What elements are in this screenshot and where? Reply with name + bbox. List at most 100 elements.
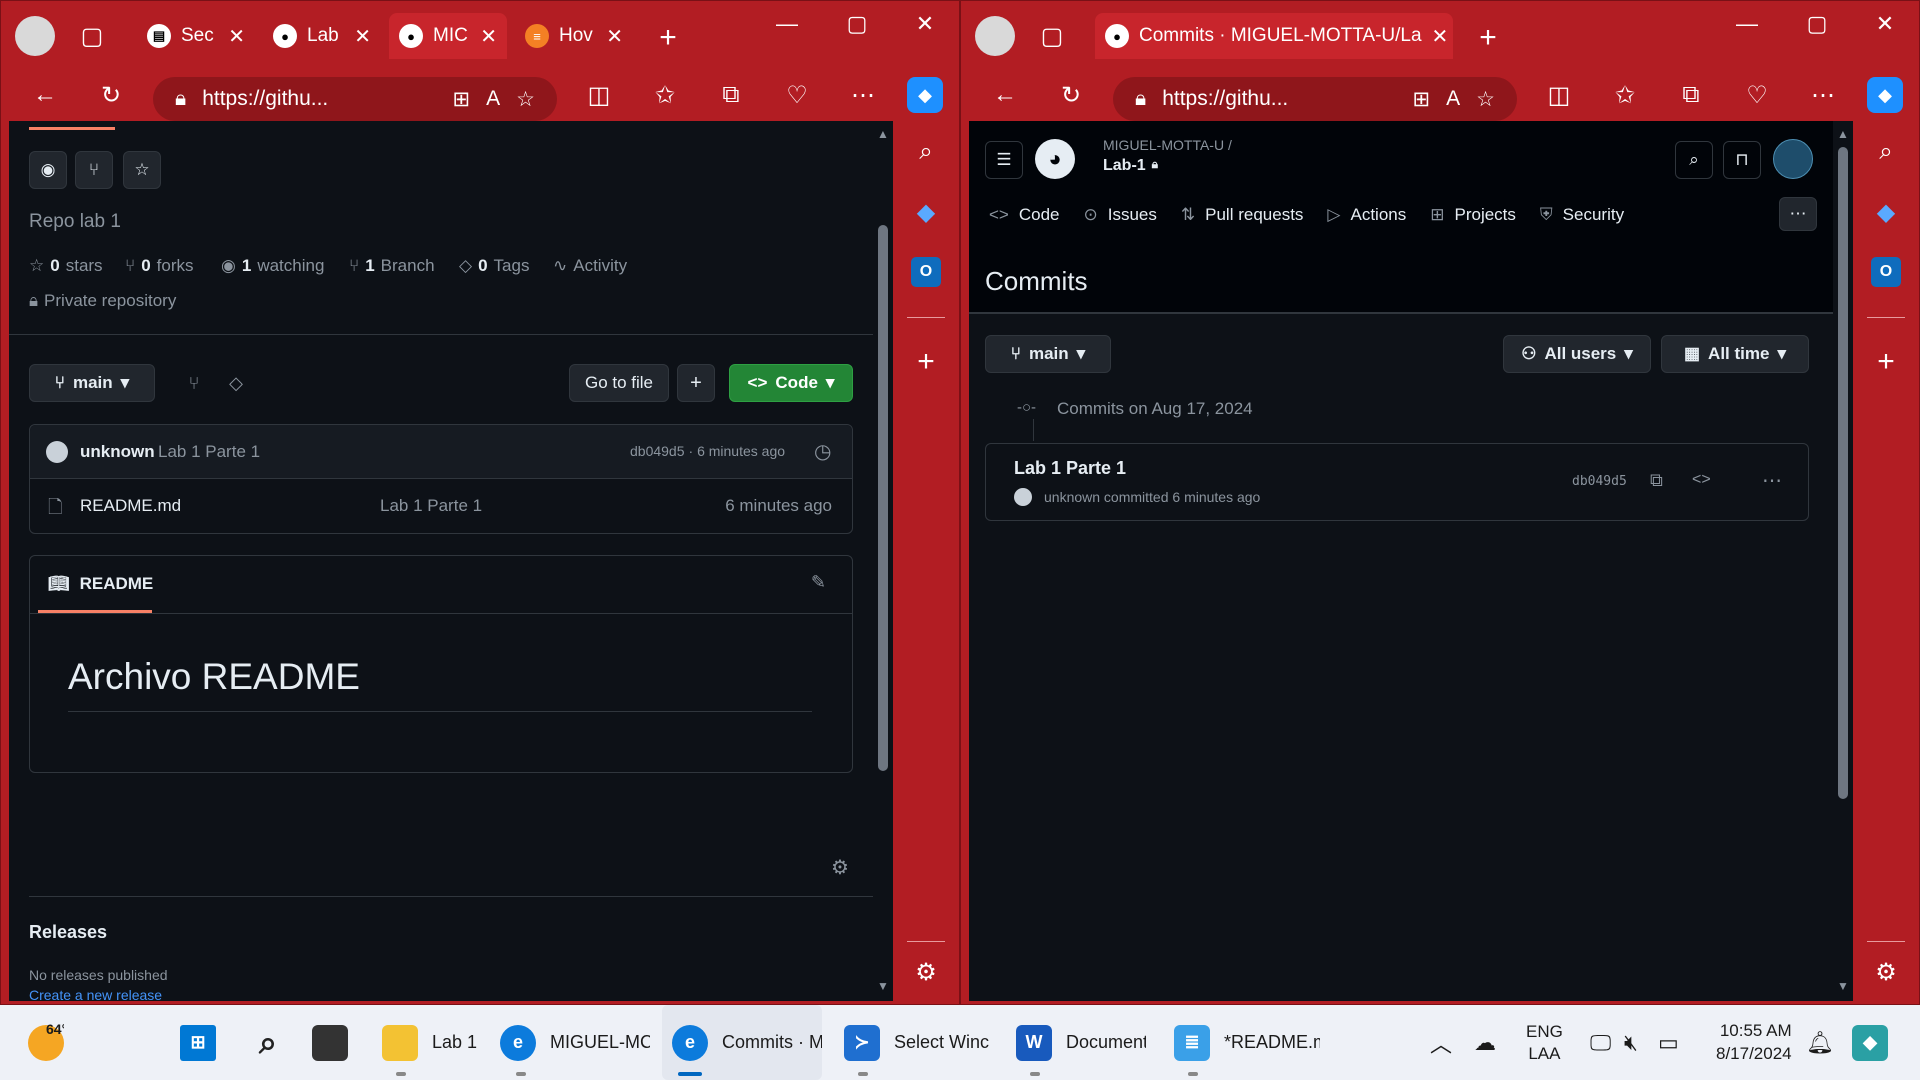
collections-icon[interactable]: ⧉ <box>713 77 749 113</box>
minimize-icon[interactable]: — <box>767 11 807 37</box>
branch-selector[interactable]: ⑂ main ▾ <box>29 364 155 402</box>
copy-icon[interactable]: ⧉ <box>1650 470 1663 491</box>
tab-actions-icon[interactable]: ▢ <box>77 21 107 51</box>
branch-selector[interactable]: ⑂ main ▾ <box>985 335 1111 373</box>
copilot-taskbar-button[interactable]: ◆ <box>1852 1005 1888 1080</box>
search-button[interactable]: ⌕ <box>1675 141 1713 179</box>
star-button[interactable]: ☆ <box>123 151 161 189</box>
refresh-icon[interactable]: ↻ <box>93 77 129 113</box>
settings-gear-icon[interactable]: ⚙ <box>831 855 849 880</box>
nav-actions[interactable]: ▷ Actions <box>1315 205 1418 225</box>
repo-name-link[interactable]: Lab-1 🔒︎ <box>1103 157 1158 175</box>
add-sidebar-app-icon[interactable]: + <box>1871 345 1901 378</box>
create-release-link[interactable]: Create a new release <box>29 987 162 1001</box>
watch-button[interactable]: ◉ <box>29 151 67 189</box>
copilot-icon[interactable]: ◆ <box>907 77 943 113</box>
commit-sha[interactable]: db049d5 <box>630 443 685 459</box>
weather-widget[interactable]: 64° <box>28 1005 64 1080</box>
more-menu-icon[interactable]: ⋯ <box>1805 77 1841 113</box>
refresh-icon[interactable]: ↻ <box>1053 77 1089 113</box>
stars-link[interactable]: ☆ 0 stars <box>29 256 103 276</box>
repo-owner-link[interactable]: MIGUEL-MOTTA-U / <box>1103 137 1232 153</box>
scrollbar-thumb[interactable] <box>878 225 888 771</box>
scroll-up-icon[interactable]: ▲ <box>877 127 889 141</box>
maximize-icon[interactable]: ▢ <box>1797 11 1837 37</box>
nav-issues[interactable]: ⊙ Issues <box>1072 205 1169 225</box>
split-screen-icon[interactable]: ◫ <box>581 77 617 113</box>
back-icon[interactable]: ← <box>27 77 63 113</box>
code-button[interactable]: <> Code ▾ <box>729 364 853 402</box>
add-sidebar-app-icon[interactable]: + <box>911 345 941 378</box>
watching-link[interactable]: ◉ 1 watching <box>221 256 324 276</box>
commit-title[interactable]: Lab 1 Parte 1 <box>1014 458 1126 479</box>
notifications-icon[interactable]: 🔔︎ <box>1806 1005 1834 1080</box>
file-commit-message[interactable]: Lab 1 Parte 1 <box>380 496 482 516</box>
branches-icon[interactable]: ⑂ <box>177 366 211 400</box>
github-logo-icon[interactable]: ◕ <box>1035 139 1075 179</box>
taskbar-item-explorer[interactable]: Lab 1 <box>382 1005 492 1080</box>
new-tab-icon[interactable]: + <box>1471 21 1505 55</box>
favorite-star-icon[interactable]: ☆ <box>516 87 535 112</box>
volume-muted-icon[interactable]: 🔇︎ <box>1624 1005 1638 1080</box>
close-window-icon[interactable]: ✕ <box>905 11 945 37</box>
onedrive-icon[interactable]: ☁ <box>1474 1005 1496 1080</box>
favorites-icon[interactable]: ✩ <box>647 77 683 113</box>
commit-sha[interactable]: db049d5 <box>1572 474 1627 489</box>
browser-essentials-icon[interactable]: ♡ <box>1739 77 1775 113</box>
close-icon[interactable]: ✕ <box>480 24 497 49</box>
search-icon[interactable]: ⌕ <box>1871 137 1901 167</box>
tab-sec[interactable]: ▤ Sec ✕ <box>137 13 255 59</box>
profile-avatar[interactable] <box>15 16 55 56</box>
activity-link[interactable]: ∿ Activity <box>553 256 627 276</box>
apps-icon[interactable]: ⊞ <box>453 87 471 112</box>
split-screen-icon[interactable]: ◫ <box>1541 77 1577 113</box>
scroll-down-icon[interactable]: ▼ <box>1837 979 1849 993</box>
profile-avatar[interactable] <box>975 16 1015 56</box>
commit-author[interactable]: unknown <box>80 442 155 462</box>
close-window-icon[interactable]: ✕ <box>1865 11 1905 37</box>
close-icon[interactable]: ✕ <box>228 24 245 49</box>
copilot-sidebar-icon[interactable]: ◆ <box>911 197 941 227</box>
sidebar-settings-icon[interactable]: ⚙ <box>911 957 941 987</box>
favorites-icon[interactable]: ✩ <box>1607 77 1643 113</box>
tab-lab[interactable]: ● Lab ✕ <box>263 13 381 59</box>
tab-actions-icon[interactable]: ▢ <box>1037 21 1067 51</box>
commit-message[interactable]: Lab 1 Parte 1 <box>158 442 260 462</box>
add-file-button[interactable]: + <box>677 364 715 402</box>
scrollbar[interactable]: ▲ ▼ <box>873 121 893 1001</box>
tag-icon[interactable]: ◇ <box>219 366 253 400</box>
inbox-button[interactable]: ⊓ <box>1723 141 1761 179</box>
tab-readme[interactable]: 📖︎ README <box>48 574 153 594</box>
history-icon[interactable]: ◷ <box>814 439 831 464</box>
user-avatar[interactable] <box>1773 139 1813 179</box>
start-button[interactable]: ⊞ <box>180 1005 216 1080</box>
browser-essentials-icon[interactable]: ♡ <box>779 77 815 113</box>
edit-pencil-icon[interactable]: ✎ <box>811 572 826 593</box>
outlook-icon[interactable]: O <box>1871 257 1901 287</box>
language-indicator[interactable]: ENG LAA <box>1526 1005 1563 1080</box>
nav-pull-requests[interactable]: ⇅ Pull requests <box>1169 205 1316 225</box>
read-aloud-icon[interactable]: A <box>1446 87 1460 111</box>
search-button[interactable]: ⌕ <box>250 1005 286 1080</box>
nav-security[interactable]: ⛨ Security <box>1528 205 1636 225</box>
read-aloud-icon[interactable]: A <box>486 87 500 111</box>
nav-projects[interactable]: ⊞ Projects <box>1418 205 1528 225</box>
close-icon[interactable]: ✕ <box>1432 24 1449 49</box>
minimize-icon[interactable]: — <box>1727 11 1767 37</box>
users-filter[interactable]: ⚇ All users ▾ <box>1503 335 1651 373</box>
time-filter[interactable]: ▦ All time ▾ <box>1661 335 1809 373</box>
copilot-sidebar-icon[interactable]: ◆ <box>1871 197 1901 227</box>
scroll-down-icon[interactable]: ▼ <box>877 979 889 993</box>
forks-link[interactable]: ⑂ 0 forks <box>125 256 194 276</box>
kebab-icon[interactable]: ⋯ <box>1762 468 1782 493</box>
close-icon[interactable]: ✕ <box>606 24 623 49</box>
browse-code-icon[interactable]: <> <box>1692 471 1711 489</box>
go-to-file-button[interactable]: Go to file <box>569 364 669 402</box>
scrollbar-thumb[interactable] <box>1838 147 1848 799</box>
copilot-icon[interactable]: ◆ <box>1867 77 1903 113</box>
taskbar-item-edge-1[interactable]: e MIGUEL-MC <box>500 1005 650 1080</box>
taskbar-item-notepad[interactable]: ≣ *README.m <box>1174 1005 1320 1080</box>
file-name[interactable]: README.md <box>80 496 181 516</box>
search-icon[interactable]: ⌕ <box>911 137 941 167</box>
fork-button[interactable]: ⑂ <box>75 151 113 189</box>
